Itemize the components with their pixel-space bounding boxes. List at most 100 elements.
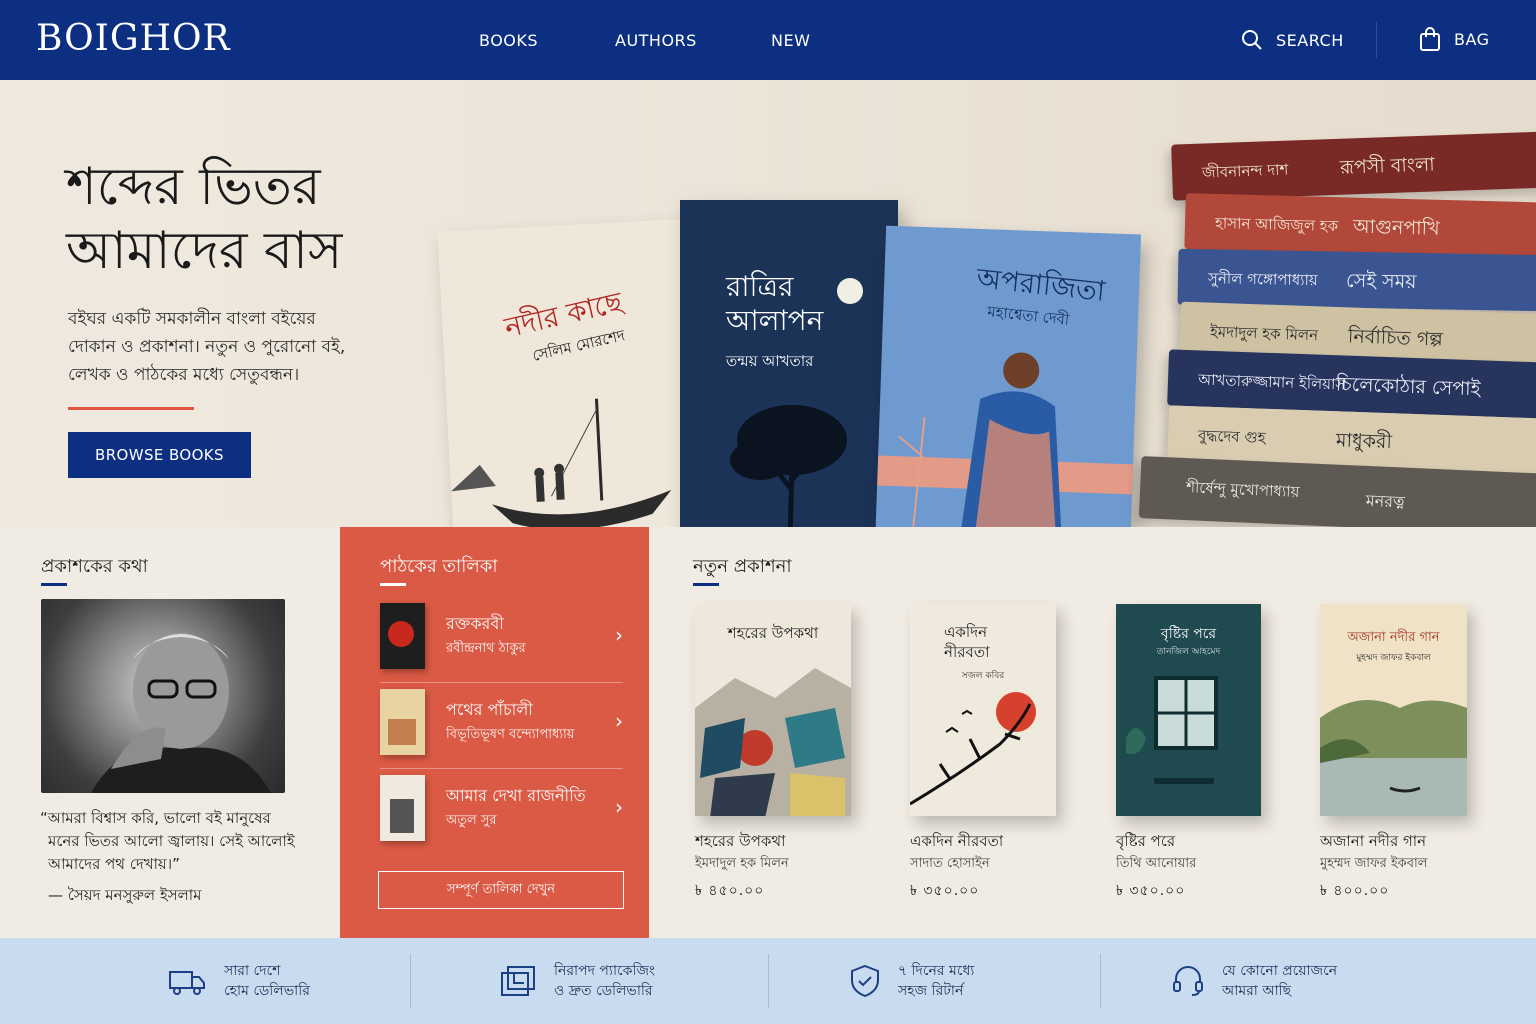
- reader-item-title: পথের পাঁচালী: [446, 700, 533, 719]
- new-release-title[interactable]: বৃষ্টির পরে: [1116, 830, 1175, 855]
- feature-line: আমরা আছি: [1222, 983, 1292, 999]
- new-release-title[interactable]: অজানা নদীর গান: [1320, 830, 1426, 855]
- new-release-cover[interactable]: একদিন নীরবতা সজল কবির: [910, 604, 1056, 816]
- service-features-bar: সারা দেশে হোম ডেলিভারি নিরাপদ প্যাকেজিং …: [0, 938, 1536, 1024]
- new-releases-panel: নতুন প্রকাশনা শহরের উপকথা শহরের উপকথা ইম…: [649, 527, 1536, 938]
- shopping-bag-icon: [1420, 27, 1440, 51]
- spine-author: সুনীল গঙ্গোপাধ্যায়: [1207, 269, 1318, 290]
- book-cover-title: অজানা নদীর গান: [1347, 630, 1440, 645]
- book-cover-author: তানজিল আহমেদ: [1156, 647, 1221, 657]
- hero-book-nodir-kache[interactable]: নদীর কাছে সেলিম মোরশেদ: [437, 218, 705, 527]
- top-navbar: BOIGHOR BOOKS AUTHORS NEW SEARCH BAG: [0, 0, 1536, 80]
- reader-list-panel: পাঠকের তালিকা রক্তকরবী রবীন্দ্রনাথ ঠাকুর…: [340, 527, 649, 938]
- feature-text: নিরাপদ প্যাকেজিং ও দ্রুত ডেলিভারি: [554, 961, 655, 1001]
- feature-home-delivery: সারা দেশে হোম ডেলিভারি: [168, 938, 310, 1024]
- spine-author: বুদ্ধদেব গুহ: [1197, 426, 1266, 447]
- spine-title: মনরত্ন: [1365, 490, 1406, 512]
- feature-line: ও দ্রুত ডেলিভারি: [554, 983, 653, 999]
- reader-item-author: বিভূতিভূষণ বন্দ্যোপাধ্যায়: [446, 727, 575, 742]
- hero-accent-rule: [68, 407, 194, 410]
- new-release-price: ৳ ৩৫০.০০: [910, 883, 980, 899]
- heading-underline: [41, 583, 67, 586]
- hero-subtitle: বইঘর একটি সমকালীন বাংলা বইয়ের দোকান ও প…: [68, 305, 368, 389]
- chevron-right-icon: ›: [615, 795, 623, 819]
- hero-subtitle-line: দোকান ও প্রকাশনা। নতুন ও পুরোনো বই,: [68, 337, 346, 357]
- hero-subtitle-line: বইঘর একটি সমকালীন বাংলা বইয়ের: [68, 309, 316, 329]
- new-release-cover[interactable]: অজানা নদীর গান মুহম্মদ জাফর ইকবাল: [1320, 604, 1467, 816]
- chevron-right-icon: ›: [615, 623, 623, 647]
- nav-new[interactable]: NEW: [771, 31, 810, 50]
- view-full-list-button[interactable]: সম্পূর্ণ তালিকা দেখুন: [378, 871, 624, 909]
- book-thumbnail: [380, 775, 425, 841]
- stack-book[interactable]: জীবনানন্দ দাশ রূপসী বাংলা: [1171, 131, 1536, 201]
- new-release-price: ৳ ৪৫০.০০: [695, 883, 765, 899]
- quote-line: “আমরা বিশ্বাস করি, ভালো বই মানুষের: [40, 809, 271, 827]
- moon-icon: [837, 278, 863, 304]
- spine-author: ইমদাদুল হক মিলন: [1209, 322, 1319, 345]
- boat-illustration: [451, 398, 672, 527]
- stack-book[interactable]: সুনীল গঙ্গোপাধ্যায় সেই সময়: [1177, 248, 1536, 312]
- feature-divider: [1100, 954, 1101, 1008]
- browse-books-button[interactable]: BROWSE BOOKS: [68, 432, 251, 478]
- hero-book-ratrir-alapon[interactable]: রাত্রির আলাপন তন্ময় আখতার: [680, 200, 898, 527]
- section-heading: প্রকাশকের কথা: [41, 556, 148, 577]
- book-thumbnail: [380, 603, 425, 669]
- section-heading: পাঠকের তালিকা: [380, 556, 498, 577]
- spine-author: শীর্ষেন্দু মুখোপাধ্যায়: [1185, 478, 1300, 502]
- hero-title: শব্দের ভিতর আমাদের বাস: [66, 155, 466, 283]
- site-logo[interactable]: BOIGHOR: [36, 18, 231, 59]
- woman-illustration: [877, 352, 1134, 527]
- heading-underline: [380, 583, 406, 586]
- package-icon: [501, 966, 535, 996]
- reader-list-item[interactable]: রক্তকরবী রবীন্দ্রনাথ ঠাকুর ›: [380, 597, 623, 683]
- new-release-cover[interactable]: শহরের উপকথা: [695, 604, 851, 816]
- truck-icon: [169, 971, 205, 995]
- section-heading: নতুন প্রকাশনা: [693, 556, 792, 577]
- bag-label: BAG: [1454, 29, 1490, 49]
- search-icon: [1242, 30, 1262, 50]
- feature-support: যে কোনো প্রয়োজনে আমরা আছি: [1172, 938, 1337, 1024]
- book-cover-title: বৃষ্টির পরে: [1160, 626, 1217, 642]
- feature-text: সারা দেশে হোম ডেলিভারি: [224, 961, 310, 1001]
- spine-author: জীবনানন্দ দাশ: [1201, 160, 1289, 182]
- spine-title: রূপসী বাংলা: [1339, 153, 1436, 179]
- feature-line: সারা দেশে: [224, 963, 281, 979]
- nav-authors[interactable]: AUTHORS: [615, 31, 697, 50]
- spine-title: সেই সময়: [1345, 269, 1417, 293]
- new-release-title[interactable]: শহরের উপকথা: [695, 830, 785, 855]
- header-divider: [1376, 22, 1377, 58]
- search-button[interactable]: SEARCH: [1240, 28, 1344, 52]
- bag-button[interactable]: BAG: [1418, 26, 1490, 52]
- hero-title-line: আমাদের বাস: [66, 221, 343, 281]
- spine-author: হাসান আজিজুল হক: [1214, 213, 1339, 236]
- quote-line: আমাদের পথ দেখায়।”: [48, 855, 180, 873]
- feature-text: ৭ দিনের মধ্যে সহজ রিটার্ন: [898, 961, 974, 1001]
- nav-books[interactable]: BOOKS: [479, 31, 538, 50]
- feature-easy-return: ৭ দিনের মধ্যে সহজ রিটার্ন: [850, 938, 974, 1024]
- spine-author: আখতারুজ্জামান ইলিয়াস: [1197, 370, 1346, 394]
- river-landscape-illustration: [1320, 700, 1467, 816]
- window-illustration: [1126, 676, 1218, 784]
- book-cover-title-line: রাত্রির: [726, 270, 794, 303]
- feature-line: যে কোনো প্রয়োজনে: [1222, 963, 1338, 979]
- headset-icon: [1173, 966, 1203, 996]
- tree-silhouette: [730, 405, 847, 527]
- book-cover-title-line: আলাপন: [726, 304, 824, 337]
- publisher-portrait: [41, 599, 285, 793]
- new-release-author: মুহম্মদ জাফর ইকবাল: [1320, 856, 1428, 871]
- reader-item-title: রক্তকরবী: [446, 614, 504, 633]
- reader-list-item[interactable]: পথের পাঁচালী বিভূতিভূষণ বন্দ্যোপাধ্যায় …: [380, 683, 623, 769]
- reader-list-item[interactable]: আমার দেখা রাজনীতি অতুল সুর ›: [380, 769, 623, 855]
- reader-item-title: আমার দেখা রাজনীতি: [446, 786, 586, 805]
- search-label: SEARCH: [1276, 30, 1344, 50]
- spine-title: আগুনপাখি: [1352, 215, 1440, 240]
- shield-check-icon: [851, 964, 879, 998]
- new-release-title[interactable]: একদিন নীরবতা: [910, 830, 1003, 855]
- collage-illustration: [695, 668, 851, 816]
- hero-book-oporajita[interactable]: অপরাজিতা মহাশ্বেতা দেবী: [873, 225, 1142, 527]
- portrait-illustration: [91, 633, 271, 793]
- spine-title: চিলেকোঠার সেপাই: [1335, 373, 1481, 401]
- new-release-author: সাদাত হোসাইন: [910, 856, 990, 871]
- new-release-author: ইমদাদুল হক মিলন: [695, 856, 789, 871]
- new-release-cover[interactable]: বৃষ্টির পরে তানজিল আহমেদ: [1116, 604, 1261, 816]
